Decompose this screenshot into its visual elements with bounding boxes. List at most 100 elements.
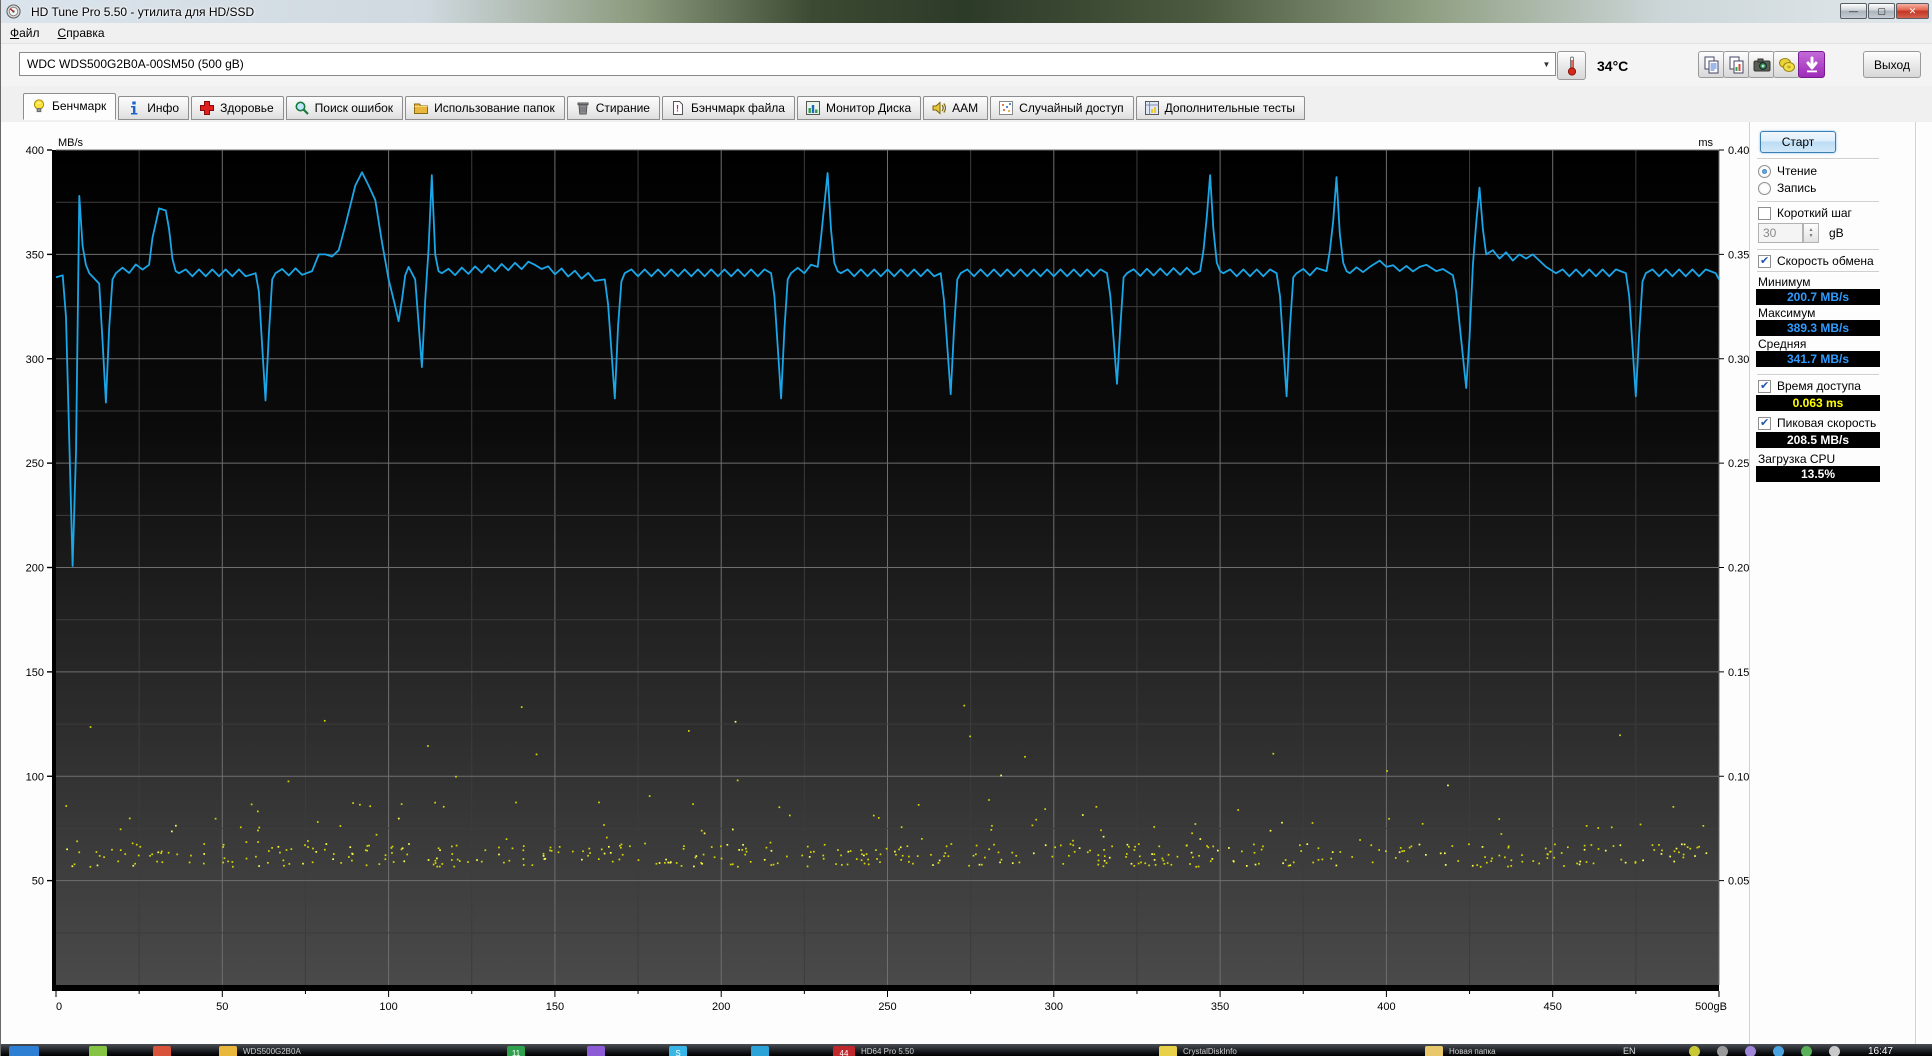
taskbar-item-label: CrystalDiskInfo — [1183, 1047, 1237, 1056]
copy-text-button[interactable] — [1698, 51, 1725, 78]
taskbar-item-10[interactable] — [1425, 1046, 1443, 1056]
minimize-button[interactable]: — — [1840, 3, 1867, 19]
avg-value: 341.7 MB/s — [1756, 351, 1880, 367]
screenshot-button[interactable] — [1748, 51, 1775, 78]
menu-item-1[interactable]: Справка — [49, 24, 114, 42]
access-time-row[interactable]: Время доступа — [1758, 379, 1861, 393]
taskbar-item-3[interactable] — [219, 1046, 237, 1056]
random-access-icon — [998, 100, 1014, 116]
taskbar-item-5[interactable] — [587, 1046, 605, 1056]
drive-select[interactable]: WDC WDS500G2B0A-00SM50 (500 gB) ▼ — [19, 52, 1556, 76]
menu-item-0[interactable]: Файл — [1, 24, 49, 42]
taskbar-item-2[interactable] — [153, 1046, 171, 1056]
tab-дополнительные-тесты[interactable]: Дополнительные тесты — [1135, 96, 1306, 120]
transfer-rate-label: Скорость обмена — [1777, 254, 1874, 268]
tray-icon-5[interactable] — [1829, 1046, 1840, 1056]
trash-icon — [575, 100, 591, 116]
maximize-button[interactable]: ▢ — [1868, 3, 1895, 19]
short-stride-row[interactable]: Короткий шаг — [1758, 206, 1852, 220]
tab-инфо[interactable]: Инфо — [118, 96, 190, 120]
taskbar-item-6[interactable]: S — [669, 1046, 687, 1056]
tab-аам[interactable]: ААМ — [923, 96, 989, 120]
burst-rate-value: 208.5 MB/s — [1756, 432, 1880, 448]
benchmark-page: 400 350 300 250 200 150 100 50 0.40 0.35 0.30 0.25 0… — [1, 122, 1932, 1044]
copy-image-button[interactable] — [1723, 51, 1750, 78]
tray-icon-0[interactable] — [1689, 1046, 1700, 1056]
taskbar-item-9[interactable] — [1159, 1046, 1177, 1056]
tray-icon-1[interactable] — [1717, 1046, 1728, 1056]
window-title: HD Tune Pro 5.50 - утилита для HD/SSD — [31, 4, 255, 19]
chevron-down-icon[interactable]: ▼ — [1538, 53, 1555, 75]
write-radio-row[interactable]: Запись — [1758, 181, 1816, 195]
file-benchmark-icon: ! — [670, 100, 686, 116]
svg-text:0.30: 0.30 — [1728, 354, 1749, 366]
folder-icon — [413, 100, 429, 116]
taskbar-item-4[interactable]: 11 — [507, 1046, 525, 1056]
exit-button[interactable]: Выход — [1863, 51, 1921, 78]
taskbar-item-0[interactable] — [9, 1046, 39, 1056]
transfer-rate-checkbox[interactable] — [1758, 254, 1771, 268]
taskbar-item-8[interactable]: 44 — [833, 1046, 855, 1056]
svg-text:350: 350 — [26, 249, 44, 261]
download-results-button[interactable] — [1798, 51, 1825, 78]
tab-label: Дополнительные тесты — [1164, 100, 1296, 115]
svg-text:ms: ms — [1698, 137, 1713, 149]
benchmark-chart: 400 350 300 250 200 150 100 50 0.40 0.35 0.30 0.25 0… — [26, 137, 1750, 1013]
save-disks-icon — [1778, 57, 1795, 72]
tab-label: Инфо — [147, 100, 180, 115]
stride-spinner[interactable]: ▲ ▼ — [1803, 223, 1819, 243]
svg-text:50: 50 — [216, 1001, 228, 1013]
stride-input[interactable]: 30 — [1758, 223, 1803, 243]
temperature-button[interactable] — [1557, 51, 1586, 80]
tab-использование-папок[interactable]: Использование папок — [405, 96, 565, 120]
tab-здоровье[interactable]: Здоровье — [191, 96, 284, 120]
tab-стирание[interactable]: Стирание — [566, 96, 660, 120]
svg-text:300: 300 — [26, 354, 44, 366]
tab-бэнчмарк-файла[interactable]: ! Бэнчмарк файла — [661, 96, 795, 120]
tab-label: Случайный доступ — [1019, 100, 1124, 115]
svg-text:0.10: 0.10 — [1728, 771, 1749, 783]
title-bar[interactable]: HD Tune Pro 5.50 - утилита для HD/SSD — … — [1, 0, 1932, 23]
burst-rate-checkbox[interactable] — [1758, 416, 1771, 430]
burst-rate-row[interactable]: Пиковая скорость — [1758, 416, 1876, 430]
svg-text:450: 450 — [1544, 1001, 1562, 1013]
taskbar-item-7[interactable] — [751, 1046, 769, 1056]
write-radio[interactable] — [1758, 181, 1771, 195]
copy-image-icon — [1729, 56, 1743, 73]
svg-text:0.15: 0.15 — [1728, 667, 1749, 679]
download-icon — [1806, 56, 1817, 72]
taskbar-clock[interactable]: 16:47 — [1868, 1046, 1893, 1056]
taskbar-item-1[interactable] — [89, 1046, 107, 1056]
svg-text:400: 400 — [26, 145, 44, 157]
stride-unit-label: gB — [1829, 226, 1844, 240]
language-indicator[interactable]: EN — [1623, 1046, 1636, 1056]
svg-text:250: 250 — [26, 458, 44, 470]
min-value: 200.7 MB/s — [1756, 289, 1880, 305]
min-label: Минимум — [1758, 275, 1811, 289]
svg-text:0.25: 0.25 — [1728, 458, 1749, 470]
svg-text:100: 100 — [379, 1001, 397, 1013]
tab-поиск-ошибок[interactable]: Поиск ошибок — [285, 96, 404, 120]
svg-text:400: 400 — [1377, 1001, 1395, 1013]
svg-text:0.05: 0.05 — [1728, 876, 1749, 888]
windows-taskbar[interactable]: EN 16:47 WDS500G2B0A 11 S 44 HD64 Pro 5.50 Cr… — [1, 1044, 1932, 1056]
transfer-rate-row[interactable]: Скорость обмена — [1758, 254, 1874, 268]
svg-text:50: 50 — [32, 876, 44, 888]
start-button[interactable]: Старт — [1760, 131, 1836, 153]
access-time-checkbox[interactable] — [1758, 379, 1771, 393]
tab-монитор-диска[interactable]: Монитор Диска — [796, 96, 922, 120]
tray-icon-4[interactable] — [1801, 1046, 1812, 1056]
svg-text:0.40: 0.40 — [1728, 145, 1749, 157]
bulb-icon — [31, 98, 47, 114]
tray-icon-2[interactable] — [1745, 1046, 1756, 1056]
read-radio[interactable] — [1758, 164, 1771, 178]
tab-случайный-доступ[interactable]: Случайный доступ — [990, 96, 1134, 120]
close-button[interactable]: ✕ — [1896, 3, 1929, 19]
save-button[interactable] — [1773, 51, 1800, 78]
read-radio-row[interactable]: Чтение — [1758, 164, 1817, 178]
app-icon — [6, 4, 21, 19]
tab-бенчмарк[interactable]: Бенчмарк — [23, 93, 117, 120]
tray-icon-3[interactable] — [1773, 1046, 1784, 1056]
max-label: Максимум — [1758, 306, 1816, 320]
short-stride-checkbox[interactable] — [1758, 206, 1771, 220]
